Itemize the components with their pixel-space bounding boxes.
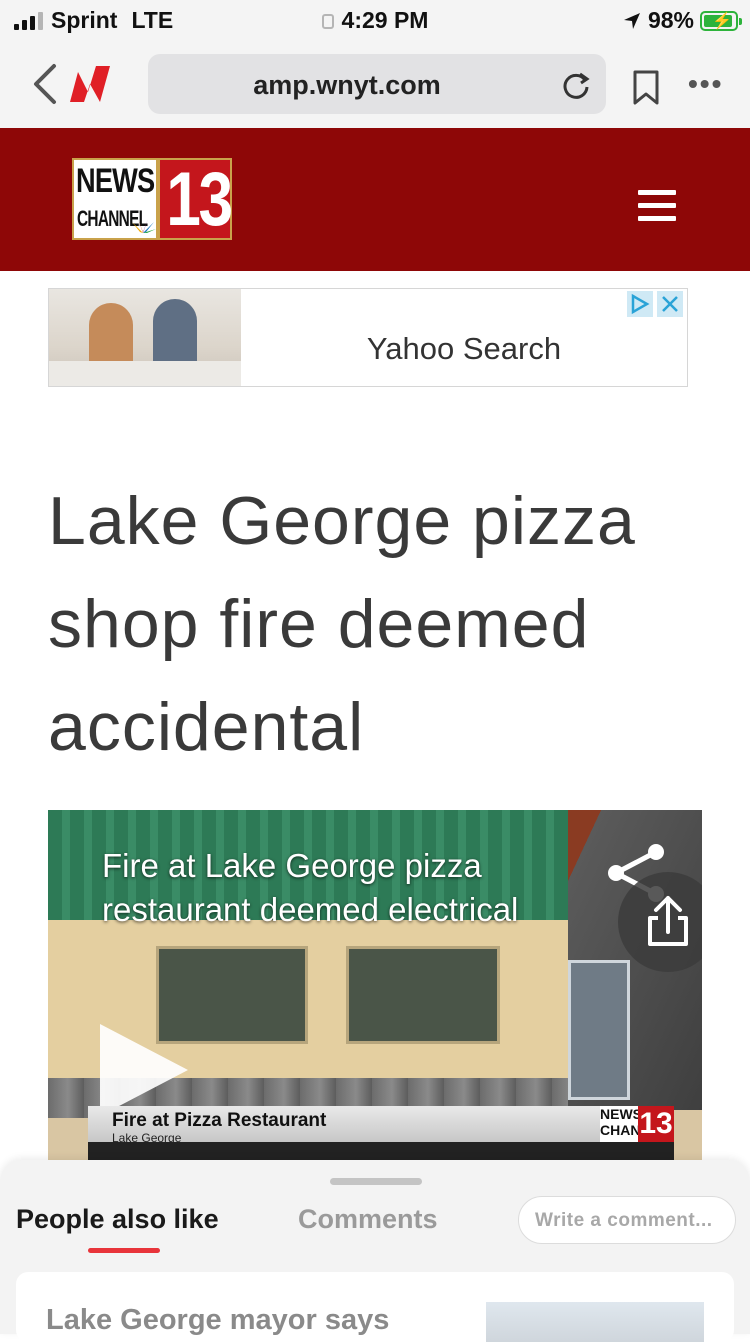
ad-banner[interactable]: Yahoo Search — [48, 288, 688, 387]
related-story-card[interactable]: Lake George mayor says — [16, 1272, 734, 1342]
bookmark-icon[interactable] — [632, 70, 660, 106]
lock-icon — [321, 14, 334, 29]
video-logo-number: 13 — [638, 1106, 674, 1142]
url-text: amp.wnyt.com — [253, 70, 441, 100]
comment-input[interactable]: Write a comment... — [518, 1196, 736, 1244]
related-story-title: Lake George mayor says — [46, 1304, 390, 1336]
adchoices-icon[interactable] — [627, 291, 653, 317]
hamburger-menu-icon[interactable] — [638, 190, 676, 222]
location-arrow-icon — [623, 12, 640, 29]
site-header: NEWS CHANNEL 13 — [0, 128, 750, 271]
logo-word-news: NEWS — [76, 162, 155, 200]
tab-people-also-like[interactable]: People also like — [16, 1204, 219, 1235]
site-logo[interactable]: NEWS CHANNEL 13 — [72, 157, 233, 242]
video-station-logo: NEWS CHANNEL 13 — [600, 1106, 676, 1144]
upload-share-icon — [648, 896, 688, 946]
browser-toolbar: amp.wnyt.com ••• — [0, 40, 750, 128]
close-icon[interactable] — [657, 291, 683, 317]
video-player[interactable]: Fire at Lake George pizza restaurant dee… — [48, 810, 702, 1160]
peacock-icon — [132, 219, 156, 233]
logo-number: 13 — [166, 157, 233, 242]
reload-icon[interactable] — [560, 68, 592, 100]
sheet-grabber-handle[interactable] — [330, 1178, 422, 1185]
battery-percent: 98% — [647, 7, 694, 33]
comment-placeholder: Write a comment... — [535, 1210, 713, 1231]
active-tab-indicator — [88, 1248, 160, 1253]
time-label: 4:29 PM — [341, 7, 429, 33]
status-right: 98% ⚡ — [622, 7, 742, 34]
ad-text: Yahoo Search — [366, 331, 562, 366]
bottom-sheet: People also like Comments Write a commen… — [0, 1160, 750, 1342]
video-scene-door — [568, 960, 630, 1100]
play-icon[interactable] — [100, 1024, 188, 1116]
share-button[interactable] — [618, 872, 702, 972]
news-app-logo-icon[interactable] — [66, 62, 114, 106]
status-bar: Sprint LTE 4:29 PM 98% ⚡ — [0, 0, 750, 40]
logo-number-block: 13 — [158, 157, 233, 242]
lower-third-title: Fire at Pizza Restaurant — [112, 1110, 327, 1131]
ad-photo — [49, 289, 241, 386]
related-story-thumbnail — [486, 1302, 704, 1342]
logo-text-block: NEWS CHANNEL — [72, 158, 158, 240]
back-arrow-icon[interactable] — [28, 60, 64, 108]
article-headline: Lake George pizza shop fire deemed accid… — [48, 483, 636, 765]
battery-icon: ⚡ — [700, 10, 742, 31]
video-scene-window — [346, 946, 500, 1044]
video-logo-text: NEWS CHANNEL — [600, 1106, 668, 1142]
video-title: Fire at Lake George pizza restaurant dee… — [102, 847, 519, 928]
tab-comments[interactable]: Comments — [298, 1204, 438, 1235]
more-options-button[interactable]: ••• — [688, 68, 723, 100]
lower-third-ticker — [88, 1142, 674, 1160]
address-bar[interactable]: amp.wnyt.com — [148, 54, 606, 114]
